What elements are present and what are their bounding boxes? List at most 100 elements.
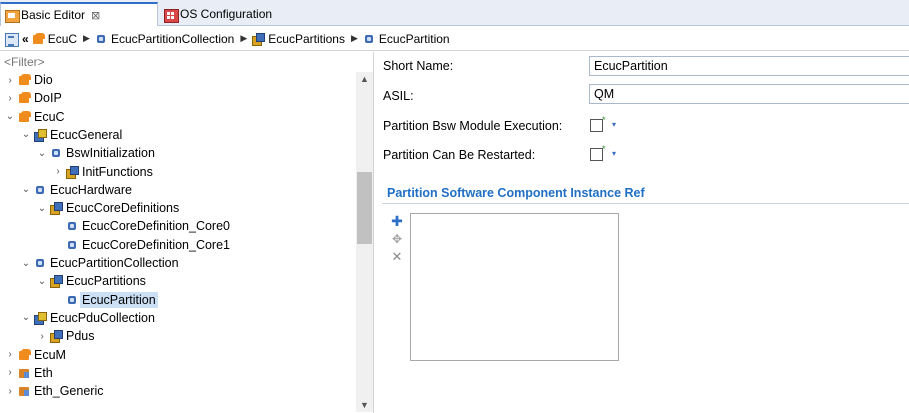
tree-item[interactable]: › Dio <box>4 71 53 89</box>
breadcrumb-item-partitions[interactable]: EcucPartitions <box>252 32 345 46</box>
breadcrumb-item-ecuc[interactable]: EcuC <box>32 32 77 46</box>
expand-toggle-icon[interactable]: ⌄ <box>20 312 32 323</box>
default-value-icon: * <box>602 115 606 125</box>
module-icon <box>18 110 31 123</box>
section-divider <box>382 203 909 204</box>
chevron-right-icon: ▶ <box>83 33 90 43</box>
tree-item[interactable]: EcucPartition <box>52 291 158 309</box>
expand-toggle-icon[interactable]: ⌄ <box>36 203 48 214</box>
container-icon <box>34 257 46 269</box>
tab-os-configuration[interactable]: OS Configuration <box>160 2 310 26</box>
collapse-toggle-icon[interactable]: › <box>4 349 16 360</box>
breadcrumb-item-partition[interactable]: EcucPartition <box>363 32 450 46</box>
chevron-down-icon[interactable]: ▾ <box>612 149 616 158</box>
tree-scrollbar[interactable]: ▲ ▼ <box>356 72 373 412</box>
container-icon <box>363 33 375 45</box>
tree-item[interactable]: ⌄ EcucPartitions <box>36 272 146 290</box>
tree-item[interactable]: ⌄ EcucCoreDefinitions <box>36 199 179 217</box>
multi-icon <box>66 165 79 179</box>
tree-item-label: Eth <box>34 365 53 380</box>
bsw-execution-label: Partition Bsw Module Execution: <box>383 119 563 133</box>
properties-panel: Short Name: EcucPartition ASIL: QM Parti… <box>376 52 909 413</box>
breadcrumb-item-label: EcucPartitionCollection <box>110 31 235 46</box>
tab-basic-editor[interactable]: Basic Editor ⊠ <box>0 2 158 26</box>
show-tree-icon[interactable] <box>4 32 19 47</box>
collapse-toggle-icon[interactable]: › <box>52 166 64 177</box>
tree-item[interactable]: ⌄ EcucHardware <box>20 181 132 199</box>
expand-toggle-icon[interactable]: ⌄ <box>36 276 48 287</box>
tree-item[interactable]: ⌄ EcuC <box>4 108 65 126</box>
tree-panel: ›Dio›DoIP⌄EcuC⌄EcucGeneral⌄BswInitializa… <box>0 52 374 413</box>
tree-item[interactable]: ⌄ EcucGeneral <box>20 126 122 144</box>
add-icon[interactable]: ✚ <box>390 214 404 228</box>
container-icon <box>50 147 62 159</box>
expand-toggle-icon[interactable]: ⌄ <box>20 184 32 195</box>
tree-item[interactable]: › Eth <box>4 364 53 382</box>
chevron-down-icon[interactable]: ▾ <box>612 120 616 129</box>
chevron-right-icon: ▶ <box>350 33 358 43</box>
expand-toggle-icon[interactable]: ⌄ <box>36 148 48 159</box>
collapse-toggle-icon[interactable]: › <box>4 367 16 378</box>
scroll-down-icon[interactable]: ▼ <box>356 398 373 412</box>
breadcrumb-back-icon[interactable]: « <box>22 32 29 46</box>
tree-item[interactable]: ⌄ EcucPduCollection <box>20 309 155 327</box>
close-icon[interactable]: ⊠ <box>91 9 100 22</box>
tree-item-label: EcucPartitions <box>66 274 146 289</box>
module-icon <box>32 32 45 45</box>
breadcrumb: « EcuC ▶ EcucPartitionCollection ▶ EcucP… <box>0 27 909 51</box>
tree-item-label: EcucCoreDefinition_Core1 <box>82 237 230 252</box>
tree-item[interactable]: › DoIP <box>4 89 62 107</box>
collapse-toggle-icon[interactable]: › <box>4 75 16 86</box>
delete-icon[interactable]: ✕ <box>390 250 404 264</box>
instance-ref-list[interactable] <box>410 213 619 361</box>
asil-field[interactable]: QM <box>589 84 909 104</box>
collapse-toggle-icon[interactable]: › <box>4 386 16 397</box>
can-be-restarted-label: Partition Can Be Restarted: <box>383 148 536 162</box>
module-icon <box>18 74 31 86</box>
tree-item[interactable]: › Pdus <box>36 327 95 345</box>
breadcrumb-item-label: EcuC <box>47 31 78 46</box>
short-name-label: Short Name: <box>383 59 454 73</box>
tree-item-label: DoIP <box>34 91 62 106</box>
tree-item[interactable]: ⌄ BswInitialization <box>36 144 155 162</box>
tree-item[interactable]: › InitFunctions <box>52 163 153 181</box>
tree-item-label: EcuC <box>34 109 65 124</box>
editor-tab-bar: Basic Editor ⊠ OS Configuration <box>0 0 909 26</box>
tree-item-label: Dio <box>34 73 53 87</box>
scroll-up-icon[interactable]: ▲ <box>356 72 373 86</box>
module-alt-icon <box>18 385 30 397</box>
default-value-icon: * <box>602 144 606 154</box>
tree-item[interactable]: EcucCoreDefinition_Core0 <box>52 217 230 235</box>
tree-item[interactable]: ⌄ EcucPartitionCollection <box>20 254 179 272</box>
expand-toggle-icon[interactable]: ⌄ <box>20 129 32 140</box>
tree-item-label: EcucPduCollection <box>50 310 155 325</box>
pdu-icon <box>34 311 47 325</box>
tree-item-label: EcucGeneral <box>50 127 123 142</box>
tree-filter-input[interactable] <box>0 54 356 70</box>
breadcrumb-item-partition-collection[interactable]: EcucPartitionCollection <box>95 32 234 46</box>
tree-item[interactable]: › Eth_Generic <box>4 382 103 400</box>
short-name-field[interactable]: EcucPartition <box>589 56 909 76</box>
tree-item-label: EcucPartitionCollection <box>50 256 179 270</box>
container-icon <box>66 239 78 251</box>
tab-basic-editor-label: Basic Editor <box>21 8 86 22</box>
add-multiple-icon[interactable]: ✥ <box>390 232 404 246</box>
expand-toggle-icon[interactable]: ⌄ <box>20 258 32 269</box>
chevron-right-icon: ▶ <box>240 33 248 43</box>
tree-item-label: InitFunctions <box>82 164 153 179</box>
container-icon <box>95 33 107 45</box>
tab-os-configuration-label: OS Configuration <box>180 7 273 21</box>
container-icon <box>66 220 78 232</box>
asil-label: ASIL: <box>383 89 414 103</box>
tree-item-label: EcucPartition <box>80 291 158 308</box>
scrollbar-thumb[interactable] <box>357 172 372 244</box>
tree-item-label: EcucHardware <box>50 182 132 197</box>
module-icon <box>18 92 31 104</box>
tree-item[interactable]: EcucCoreDefinition_Core1 <box>52 236 230 254</box>
basic-editor-icon <box>5 9 20 23</box>
breadcrumb-item-label: EcucPartitions <box>268 31 345 46</box>
expand-toggle-icon[interactable]: ⌄ <box>4 111 16 122</box>
tree-item[interactable]: › EcuM <box>4 346 66 364</box>
collapse-toggle-icon[interactable]: › <box>36 331 48 342</box>
collapse-toggle-icon[interactable]: › <box>4 93 16 104</box>
